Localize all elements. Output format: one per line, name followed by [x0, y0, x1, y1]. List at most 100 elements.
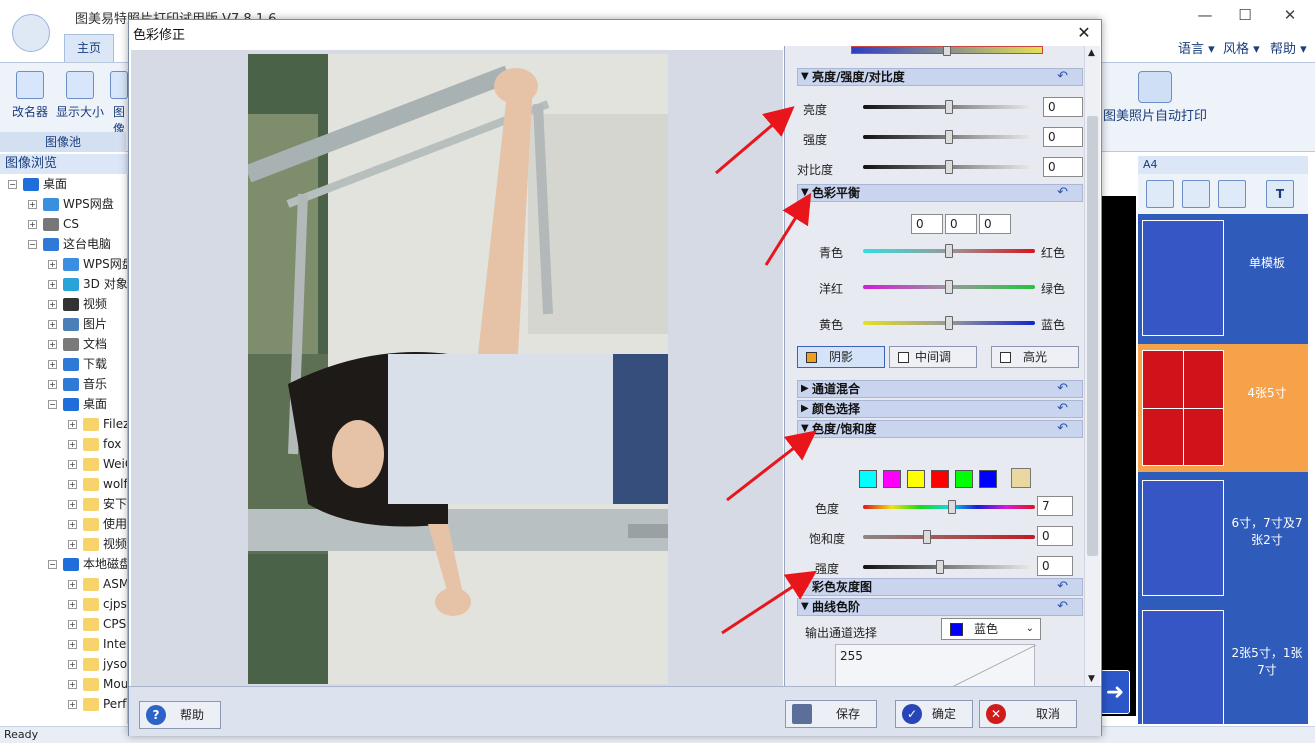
balance-value-2[interactable]: 0 [945, 214, 977, 234]
close-app-button[interactable]: ✕ [1275, 4, 1305, 26]
expand-icon[interactable]: + [68, 540, 77, 549]
expand-icon[interactable]: − [48, 400, 57, 409]
undo-icon[interactable]: ↶ [1057, 401, 1068, 417]
tone-highlight-button[interactable]: 高光 [991, 346, 1079, 368]
color-swatch[interactable] [955, 470, 973, 488]
expand-icon[interactable]: + [48, 380, 57, 389]
expand-icon[interactable]: − [28, 240, 37, 249]
expand-icon[interactable]: + [68, 680, 77, 689]
color-swatch[interactable] [931, 470, 949, 488]
edit-template-icon[interactable] [1182, 180, 1210, 208]
save-button[interactable]: 保存 [785, 700, 877, 728]
expand-icon[interactable]: + [48, 260, 57, 269]
color-swatch[interactable] [979, 470, 997, 488]
section-color-grayscale[interactable]: ▶ 彩色灰度图 ↶ [797, 578, 1083, 596]
tree-item[interactable]: + Filez [68, 414, 127, 434]
tree-item[interactable]: + WPS网盘 [48, 254, 127, 274]
tree-item[interactable]: + 安下载 [68, 494, 127, 514]
top-partial-knob[interactable] [943, 46, 951, 56]
template-item[interactable]: 2张5寸，1张7寸 [1138, 604, 1308, 724]
delete-template-icon[interactable] [1218, 180, 1246, 208]
tree-item[interactable]: + 音乐 [48, 374, 107, 394]
tree-item[interactable]: + Perfl [68, 694, 127, 714]
template-item[interactable]: 4张5寸 [1138, 344, 1308, 472]
tree-item[interactable]: +3D 对象 [48, 274, 127, 294]
brightness-value[interactable]: 0 [1043, 97, 1083, 117]
expand-icon[interactable]: + [68, 580, 77, 589]
tree-item[interactable]: + wolf [68, 474, 127, 494]
undo-icon[interactable]: ↶ [1057, 599, 1068, 615]
expand-icon[interactable]: + [68, 460, 77, 469]
curve-graph[interactable]: 255 [835, 644, 1037, 686]
tab-home[interactable]: 主页 [64, 34, 114, 62]
tree-item[interactable]: + Mou [68, 674, 127, 694]
help-button[interactable]: ? 帮助 [139, 701, 221, 729]
tree-item[interactable]: + cjps [68, 594, 127, 614]
tree-item[interactable]: + WPS网盘 [28, 194, 114, 214]
expand-icon[interactable]: + [68, 700, 77, 709]
saturation-slider[interactable] [922, 530, 931, 544]
tree-item[interactable]: + CS [28, 214, 79, 234]
expand-icon[interactable]: + [48, 300, 57, 309]
expand-icon[interactable]: + [68, 640, 77, 649]
undo-icon[interactable]: ↶ [1057, 69, 1068, 85]
section-curves[interactable]: ▼ 曲线色阶 ↶ [797, 598, 1083, 616]
cancel-button[interactable]: ✕ 取消 [979, 700, 1077, 728]
intensity-value[interactable]: 0 [1043, 127, 1083, 147]
saturation-value[interactable]: 0 [1037, 526, 1073, 546]
tree-item[interactable]: + 下载 [48, 354, 107, 374]
expand-icon[interactable]: + [28, 220, 37, 229]
text-tool-icon[interactable]: T [1266, 180, 1294, 208]
dialog-close-button[interactable]: ✕ [1073, 22, 1095, 44]
scroll-up-icon[interactable]: ▲ [1088, 48, 1095, 58]
panel-scrollbar[interactable]: ▲ ▼ [1084, 46, 1100, 686]
expand-icon[interactable]: + [48, 340, 57, 349]
expand-icon[interactable]: − [8, 180, 17, 189]
add-template-icon[interactable] [1146, 180, 1174, 208]
undo-icon[interactable]: ↶ [1057, 185, 1068, 201]
ok-button[interactable]: ✓ 确定 [895, 700, 973, 728]
expand-icon[interactable]: + [68, 620, 77, 629]
expand-icon[interactable]: + [68, 520, 77, 529]
portrait-swatch-icon[interactable] [1011, 468, 1031, 488]
expand-icon[interactable]: + [68, 420, 77, 429]
brightness-slider[interactable] [945, 100, 953, 114]
template-item[interactable]: 单模板 [1138, 214, 1308, 342]
output-channel-select[interactable]: 蓝色 ⌄ [941, 618, 1041, 640]
auto-print-button[interactable]: 图美照片自动打印 [1100, 63, 1210, 124]
tree-item[interactable]: − 桌面 [48, 394, 107, 414]
yellow-blue-slider[interactable] [945, 316, 953, 330]
hue-intensity-value[interactable]: 0 [1037, 556, 1073, 576]
section-brightness[interactable]: ▼ 亮度/强度/对比度 ↶ [797, 68, 1083, 86]
tree-item[interactable]: + 文档 [48, 334, 107, 354]
hue-value[interactable]: 7 [1037, 496, 1073, 516]
expand-icon[interactable]: + [68, 480, 77, 489]
section-hue-saturation[interactable]: ▼ 色度/饱和度 ↶ [797, 420, 1083, 438]
menu-language[interactable]: 语言 ▾ [1178, 38, 1215, 57]
cyan-red-slider[interactable] [945, 244, 953, 258]
expand-icon[interactable]: + [48, 360, 57, 369]
app-icon[interactable] [12, 14, 50, 52]
balance-value-1[interactable]: 0 [911, 214, 943, 234]
hue-slider[interactable] [948, 500, 957, 514]
color-swatch[interactable] [883, 470, 901, 488]
expand-icon[interactable]: + [48, 280, 57, 289]
expand-icon[interactable]: + [68, 440, 77, 449]
expand-icon[interactable]: + [28, 200, 37, 209]
minimize-button[interactable]: — [1190, 4, 1220, 26]
expand-icon[interactable]: + [68, 500, 77, 509]
tree-item[interactable]: + fox [68, 434, 121, 454]
rename-button[interactable]: 改名器 [6, 71, 54, 120]
tree-item[interactable]: + 视频 [68, 534, 127, 554]
tree-item[interactable]: + WeiC [68, 454, 127, 474]
template-item[interactable]: 6寸，7寸及7张2寸 [1138, 474, 1308, 602]
section-channel-mix[interactable]: ▶ 通道混合 ↶ [797, 380, 1083, 398]
scroll-thumb[interactable] [1087, 116, 1098, 556]
display-size-button[interactable]: 显示大小 [54, 71, 106, 120]
image-button[interactable]: 图像 [108, 71, 130, 137]
section-color-select[interactable]: ▶ 颜色选择 ↶ [797, 400, 1083, 418]
tone-shadow-button[interactable]: 阴影 [797, 346, 885, 368]
contrast-slider[interactable] [945, 160, 953, 174]
undo-icon[interactable]: ↶ [1057, 421, 1068, 437]
tree-item[interactable]: − 本地磁盘 [48, 554, 127, 574]
